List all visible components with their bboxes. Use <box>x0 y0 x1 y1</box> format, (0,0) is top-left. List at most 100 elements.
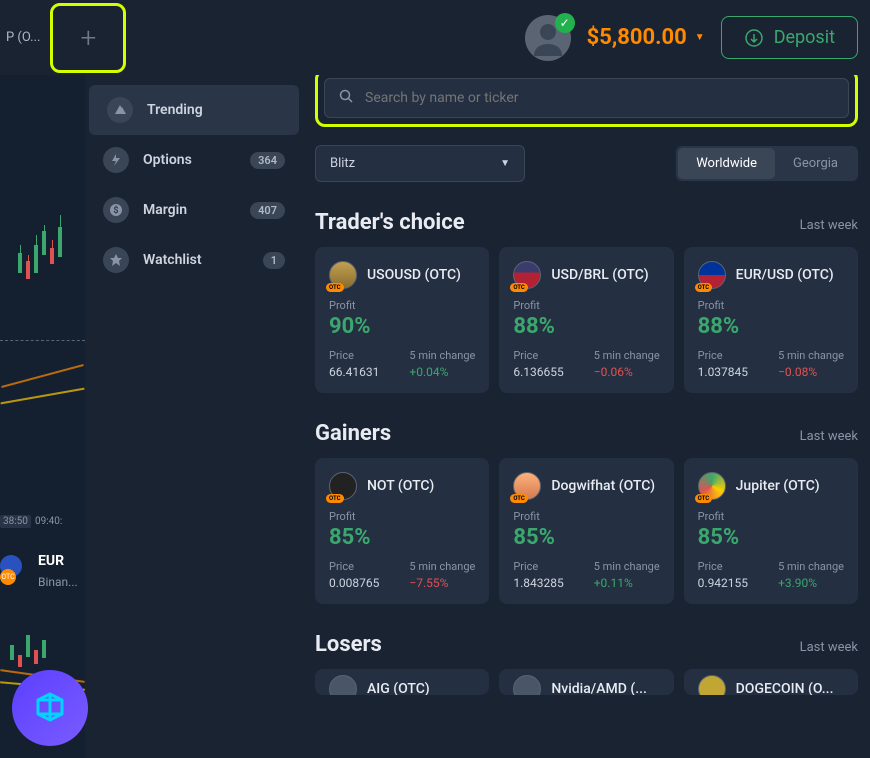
price-value: 1.037845 <box>698 365 748 379</box>
asset-card[interactable]: OTCNOT (OTC)Profit85%Price0.0087655 min … <box>315 458 489 604</box>
sidebar: TrendingOptions364$Margin407Watchlist1 <box>85 75 303 758</box>
asset-name: EUR/USD (OTC) <box>736 267 834 283</box>
deposit-icon <box>744 28 764 48</box>
section-title: Gainers <box>315 421 391 446</box>
margin-icon: $ <box>103 197 129 223</box>
profit-label: Profit <box>698 510 844 523</box>
region-worldwide[interactable]: Worldwide <box>678 148 775 179</box>
change-value: −0.08% <box>778 365 844 379</box>
price-label: Price <box>329 560 379 573</box>
deposit-label: Deposit <box>774 27 835 48</box>
balance-amount: $5,800.00 <box>587 25 687 50</box>
change-label: 5 min change <box>594 560 660 573</box>
sidebar-item-options[interactable]: Options 364 <box>85 135 303 185</box>
change-value: +0.11% <box>594 576 660 590</box>
change-label: 5 min change <box>409 349 475 362</box>
chart-time-1: 38:50 <box>0 515 31 528</box>
asset-card[interactable]: OTCUSD/BRL (OTC)Profit88%Price6.1366555 … <box>499 247 673 393</box>
avatar[interactable]: ✓ <box>525 15 571 61</box>
mode-value: Blitz <box>330 156 355 171</box>
plus-icon: + <box>81 21 97 54</box>
profit-label: Profit <box>329 510 475 523</box>
options-icon <box>103 147 129 173</box>
asset-card[interactable]: OTCJupiter (OTC)Profit85%Price0.9421555 … <box>684 458 858 604</box>
sidebar-item-trending[interactable]: Trending <box>89 85 299 135</box>
change-value: +0.04% <box>409 365 475 379</box>
sidebar-item-watchlist[interactable]: Watchlist1 <box>85 235 303 285</box>
chart-pair-label: EUR <box>38 553 64 569</box>
price-label: Price <box>513 349 563 362</box>
price-value: 66.41631 <box>329 365 379 379</box>
svg-text:$: $ <box>113 205 118 216</box>
chart-time-2: 09:40: <box>32 515 65 528</box>
change-label: 5 min change <box>778 560 844 573</box>
price-value: 1.843285 <box>513 576 563 590</box>
asset-icon: OTC <box>698 472 726 500</box>
add-tab-button[interactable]: + <box>50 3 126 73</box>
sidebar-item-label: Trending <box>147 102 203 118</box>
asset-name: Dogwifhat (OTC) <box>551 478 655 494</box>
watchlist-icon <box>103 247 129 273</box>
asset-icon: OTC <box>698 675 726 695</box>
mode-select[interactable]: Blitz ▼ <box>315 145 525 182</box>
price-label: Price <box>513 560 563 573</box>
asset-card[interactable]: OTCEUR/USD (OTC)Profit88%Price1.0378455 … <box>684 247 858 393</box>
price-label: Price <box>698 560 748 573</box>
chart-sub-label: Binan... <box>38 575 78 589</box>
deposit-button[interactable]: Deposit <box>721 16 858 59</box>
asset-icon: OTC <box>513 261 541 289</box>
asset-card[interactable]: OTCDOGECOIN (O...ProfitPrice5 min change <box>684 669 858 695</box>
asset-card[interactable]: OTCDogwifhat (OTC)Profit85%Price1.843285… <box>499 458 673 604</box>
asset-name: Jupiter (OTC) <box>736 478 820 494</box>
balance-dropdown[interactable]: $5,800.00 ▼ <box>587 25 705 50</box>
region-georgia[interactable]: Georgia <box>775 148 856 179</box>
region-toggle: Worldwide Georgia <box>676 146 858 181</box>
search-box[interactable] <box>324 78 849 118</box>
asset-name: AIG (OTC) <box>367 681 430 695</box>
sidebar-item-label: Margin <box>143 202 187 218</box>
profit-label: Profit <box>513 299 659 312</box>
sidebar-item-count: 364 <box>250 152 285 169</box>
trending-icon <box>107 97 133 123</box>
section-subtitle: Last week <box>800 640 858 655</box>
profit-label: Profit <box>329 299 475 312</box>
chart-strip: 38:50 09:40: OTC EUR Binan... <box>0 75 85 758</box>
search-input[interactable] <box>365 90 834 106</box>
asset-card[interactable]: OTCAIG (OTC)ProfitPrice5 min change <box>315 669 489 695</box>
asset-icon: OTC <box>329 675 357 695</box>
asset-icon: OTC <box>698 261 726 289</box>
chevron-down-icon: ▼ <box>500 158 510 169</box>
pair-icon: OTC <box>0 555 30 585</box>
change-value: +3.90% <box>778 576 844 590</box>
change-value: −7.55% <box>409 576 475 590</box>
search-highlight <box>315 75 858 127</box>
sidebar-item-label: Watchlist <box>143 252 202 268</box>
section-title: Trader's choice <box>315 210 465 235</box>
sidebar-item-margin[interactable]: $Margin407 <box>85 185 303 235</box>
profit-value: 88% <box>513 314 659 339</box>
caret-down-icon: ▼ <box>695 32 705 43</box>
sidebar-item-label: Options <box>143 152 192 168</box>
asset-icon: OTC <box>329 472 357 500</box>
change-label: 5 min change <box>778 349 844 362</box>
section-subtitle: Last week <box>800 429 858 444</box>
content-panel: Blitz ▼ Worldwide Georgia Trader's choic… <box>303 75 870 758</box>
support-button[interactable] <box>12 670 88 746</box>
profit-label: Profit <box>698 299 844 312</box>
profit-value: 85% <box>698 525 844 550</box>
asset-name: Nvidia/AMD (... <box>551 681 647 695</box>
profit-value: 88% <box>698 314 844 339</box>
asset-card[interactable]: OTCUSOUSD (OTC)Profit90%Price66.416315 m… <box>315 247 489 393</box>
logo-icon <box>28 686 72 730</box>
asset-icon: OTC <box>329 261 357 289</box>
price-value: 6.136655 <box>513 365 563 379</box>
section-title: Losers <box>315 632 382 657</box>
profit-label: Profit <box>513 510 659 523</box>
search-icon <box>339 89 353 107</box>
asset-name: USOUSD (OTC) <box>367 267 461 283</box>
asset-card[interactable]: OTCNvidia/AMD (...ProfitPrice5 min chang… <box>499 669 673 695</box>
asset-icon: OTC <box>513 472 541 500</box>
price-label: Price <box>329 349 379 362</box>
asset-name: DOGECOIN (O... <box>736 681 834 695</box>
profit-value: 85% <box>329 525 475 550</box>
